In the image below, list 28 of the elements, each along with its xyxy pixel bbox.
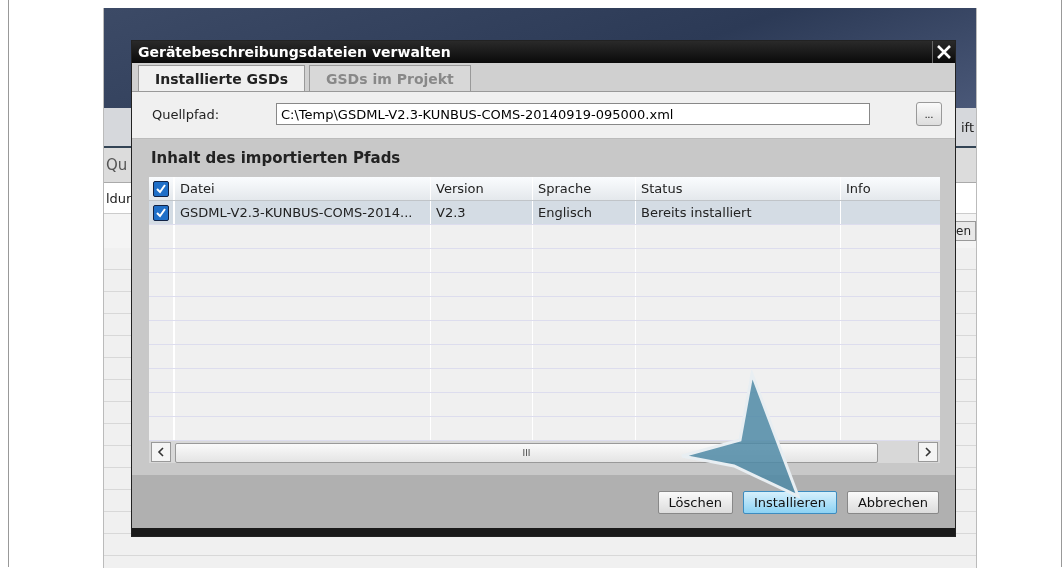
column-header[interactable]: Datei [174, 177, 430, 200]
window-title: Gerätebeschreibungsdateien verwalten [138, 44, 451, 60]
table-cell: Bereits installiert [641, 205, 752, 220]
chevron-right-icon [924, 447, 932, 457]
column-header[interactable]: Info [840, 177, 940, 200]
tab[interactable]: Installierte GSDs [138, 65, 306, 91]
chevron-left-icon [157, 447, 165, 457]
column-label: ldur [105, 190, 133, 206]
checkbox[interactable] [153, 204, 169, 221]
dialog-button[interactable]: Löschen [657, 491, 733, 514]
tab-label: Qu [105, 156, 129, 174]
column-header[interactable]: Sprache [532, 177, 635, 200]
table-cell: V2.3 [436, 205, 466, 220]
checkbox[interactable] [153, 180, 169, 197]
field-label: Quellpfad: [152, 106, 221, 122]
scroll-left-button[interactable] [151, 442, 171, 462]
dialog-button[interactable]: Abbrechen [846, 491, 939, 514]
scroll-right-button[interactable] [918, 442, 938, 462]
path-field[interactable]: C:\Temp\GSDML-V2.3-KUNBUS-COMS-20140919-095000.xml [276, 103, 870, 125]
table-cell: GSDML-V2.3-KUNBUS-COMS-2014... [180, 205, 413, 220]
column-header[interactable]: Status [635, 177, 840, 200]
column-header[interactable]: Version [430, 177, 532, 200]
table-row[interactable]: GSDML-V2.3-KUNBUS-COMS-2014... V2.3 Englisch Bereits installiert [149, 201, 940, 225]
toolbar-label: ift [959, 119, 975, 135]
browse-button[interactable]: ... [916, 102, 942, 126]
table-cell: Englisch [538, 205, 593, 220]
dialog-button[interactable]: Installieren [742, 491, 837, 514]
section-title: Inhalt des importierten Pfads [151, 149, 402, 167]
